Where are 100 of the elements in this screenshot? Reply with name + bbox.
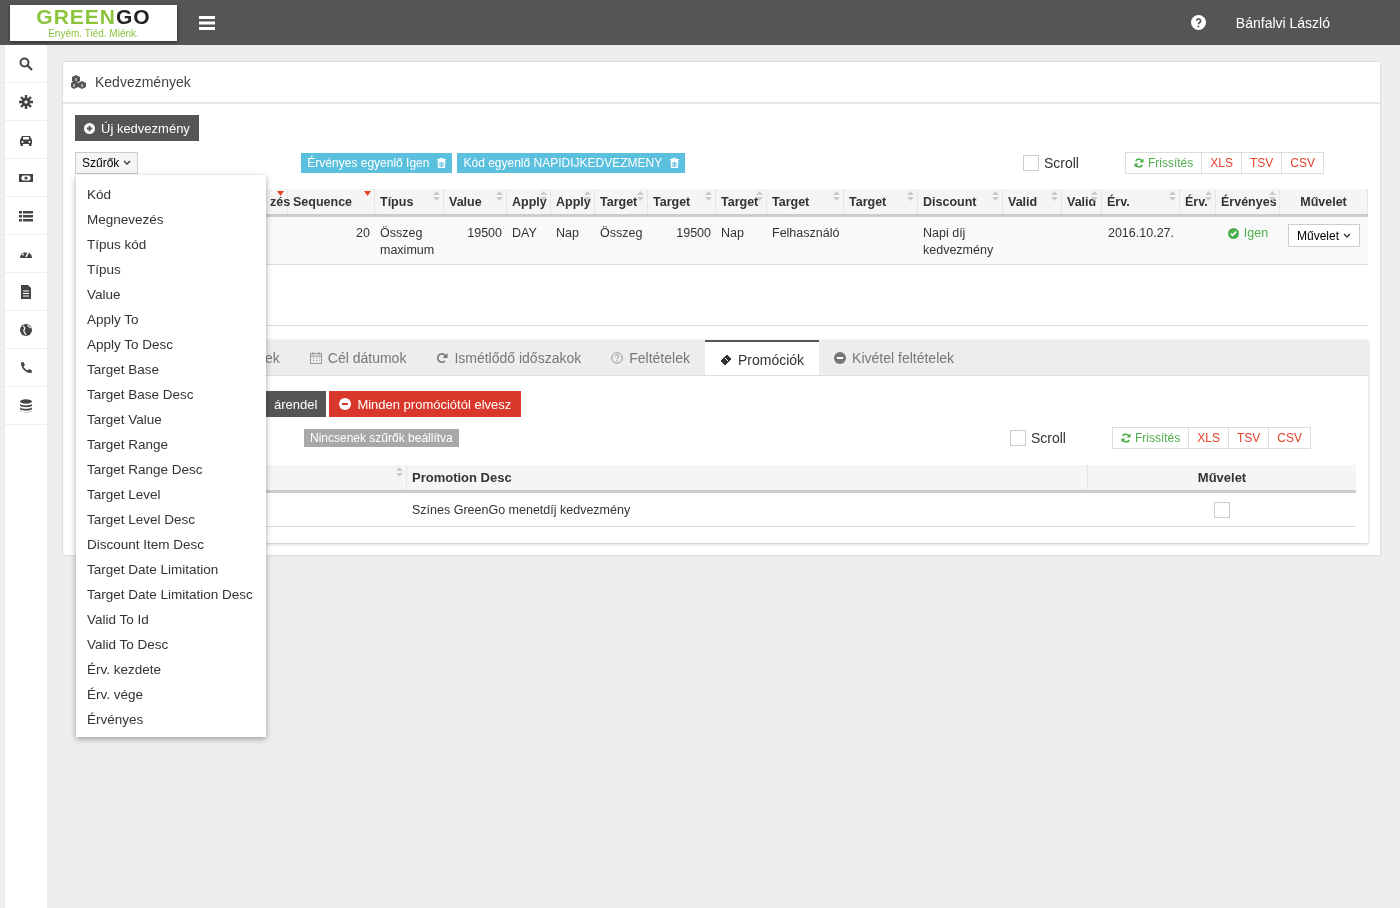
calendar-icon: [309, 351, 322, 364]
column-header[interactable]: Típus: [380, 194, 414, 209]
menu-item[interactable]: Megnevezés: [76, 207, 266, 232]
menu-item[interactable]: Discount Item Desc: [76, 532, 266, 557]
new-discount-button[interactable]: Új kedvezmény: [75, 115, 199, 141]
scroll-label: Scroll: [1030, 430, 1066, 446]
menu-item[interactable]: Kód: [76, 182, 266, 207]
logo[interactable]: GREENGO Enyém. Tiéd. Miénk.: [10, 4, 177, 41]
help-icon[interactable]: [1190, 15, 1206, 30]
menu-item[interactable]: Érv. vége: [76, 682, 266, 707]
menu-icon[interactable]: [199, 15, 215, 30]
menu-item[interactable]: Value: [76, 282, 266, 307]
column-header[interactable]: Target: [772, 194, 810, 209]
menu-item[interactable]: Target Base: [76, 357, 266, 382]
database-icon[interactable]: [19, 398, 33, 413]
column-header[interactable]: Target: [653, 194, 691, 209]
tab[interactable]: Ismétlődő időszakok: [421, 340, 597, 375]
file-icon[interactable]: [19, 284, 33, 299]
menu-item[interactable]: Target Value: [76, 407, 266, 432]
row-checkbox[interactable]: [1214, 501, 1230, 518]
filters-dropdown-button[interactable]: Szűrők: [75, 152, 139, 174]
menu-item[interactable]: Érvényes: [76, 707, 266, 732]
tab[interactable]: Cél dátumok: [294, 340, 422, 375]
tab[interactable]: ek: [265, 340, 295, 375]
check-circle-icon: [1227, 228, 1239, 239]
sort-descending-icon[interactable]: [277, 191, 284, 196]
menu-item[interactable]: Target Level: [76, 482, 266, 507]
column-header[interactable]: Művelet: [1300, 194, 1347, 209]
table-cell: Nap: [721, 226, 744, 240]
scroll-checkbox[interactable]: [1009, 430, 1026, 446]
trash-icon[interactable]: [670, 158, 680, 168]
menu-item[interactable]: Típus: [76, 257, 266, 282]
caret-icon: [123, 160, 132, 166]
column-header[interactable]: zés: [270, 194, 291, 209]
menu-item[interactable]: Valid To Desc: [76, 632, 266, 657]
ticket-icon: [719, 353, 732, 366]
column-header[interactable]: Érv.: [1107, 194, 1130, 209]
menu-item[interactable]: Érv. kezdete: [76, 657, 266, 682]
minus-circle-icon: [339, 398, 352, 410]
search-icon[interactable]: [19, 56, 33, 71]
table-cell: 19500: [467, 226, 502, 240]
tab[interactable]: Promóciók: [704, 340, 820, 375]
minus-icon: [834, 351, 847, 364]
panel-title: Kedvezmények: [95, 74, 191, 90]
refresh-icon: [1133, 158, 1144, 168]
refresh-icon: [1120, 433, 1131, 443]
menu-item[interactable]: Target Date Limitation: [76, 557, 266, 582]
table-cell: Nap: [556, 226, 579, 240]
table-cell: Napi díj kedvezmény: [923, 226, 994, 257]
user-name[interactable]: Bánfalvi László: [1235, 14, 1330, 31]
column-header[interactable]: Érv.: [1185, 194, 1208, 209]
refresh-icon: [436, 351, 449, 364]
gear-icon[interactable]: [19, 94, 33, 109]
column-header[interactable]: Target: [849, 194, 887, 209]
column-header[interactable]: Apply: [556, 194, 591, 209]
menu-item[interactable]: Target Base Desc: [76, 382, 266, 407]
column-header[interactable]: Valid: [1008, 194, 1038, 209]
status-text: Igen: [1243, 225, 1269, 242]
table-cell: Felhasználó: [772, 226, 840, 240]
column-header[interactable]: Érvényes: [1221, 194, 1277, 209]
menu-item[interactable]: Target Level Desc: [76, 507, 266, 532]
menu-item[interactable]: Valid To Id: [76, 607, 266, 632]
column-header[interactable]: Valid: [1067, 194, 1097, 209]
menu-item[interactable]: Target Range Desc: [76, 457, 266, 482]
phone-icon[interactable]: [19, 360, 33, 375]
column-header[interactable]: Promotion Desc: [412, 470, 512, 485]
menu-item[interactable]: Apply To: [76, 307, 266, 332]
remove-all-button[interactable]: Minden promóciótól elvesz: [329, 391, 522, 417]
no-filters-label: Nincsenek szűrők beállítva: [304, 429, 459, 447]
tab[interactable]: Feltételek: [596, 340, 705, 375]
logo-tagline: Enyém. Tiéd. Miénk.: [48, 28, 139, 39]
caret-icon: [1343, 232, 1351, 239]
column-header[interactable]: Target: [600, 194, 638, 209]
menu-item[interactable]: Target Range: [76, 432, 266, 457]
column-header[interactable]: Sequence: [293, 194, 353, 209]
cubes-icon: [71, 75, 88, 89]
tab[interactable]: Kivétel feltételek: [819, 340, 970, 375]
table-cell: DAY: [512, 226, 537, 240]
globe-icon[interactable]: [19, 322, 33, 337]
scroll-label: Scroll: [1043, 155, 1079, 171]
sort-descending-icon[interactable]: [364, 191, 371, 196]
table-cell: Színes GreenGo menetdíj kedvezmény: [412, 502, 631, 517]
column-header[interactable]: Művelet: [1197, 470, 1247, 485]
column-header[interactable]: Target: [721, 194, 759, 209]
menu-item[interactable]: Target Date Limitation Desc: [76, 582, 266, 607]
column-header[interactable]: Apply: [512, 194, 547, 209]
sort-icon[interactable]: [756, 191, 763, 201]
plus-circle-icon: [84, 122, 95, 134]
menu-item[interactable]: Típus kód: [76, 232, 266, 257]
table-cell: Összeg: [600, 226, 643, 240]
table-cell: 20: [356, 226, 370, 240]
table-cell: 2016.10.27.: [1107, 226, 1174, 240]
trash-icon[interactable]: [437, 158, 447, 168]
action-dropdown-button[interactable]: Művelet: [1288, 224, 1360, 247]
list-icon[interactable]: [19, 208, 33, 223]
menu-item[interactable]: Apply To Desc: [76, 332, 266, 357]
column-header[interactable]: Discount: [923, 194, 977, 209]
scroll-checkbox[interactable]: [1022, 155, 1039, 171]
assign-button[interactable]: árendel: [265, 391, 327, 417]
column-header[interactable]: Value: [449, 194, 482, 209]
